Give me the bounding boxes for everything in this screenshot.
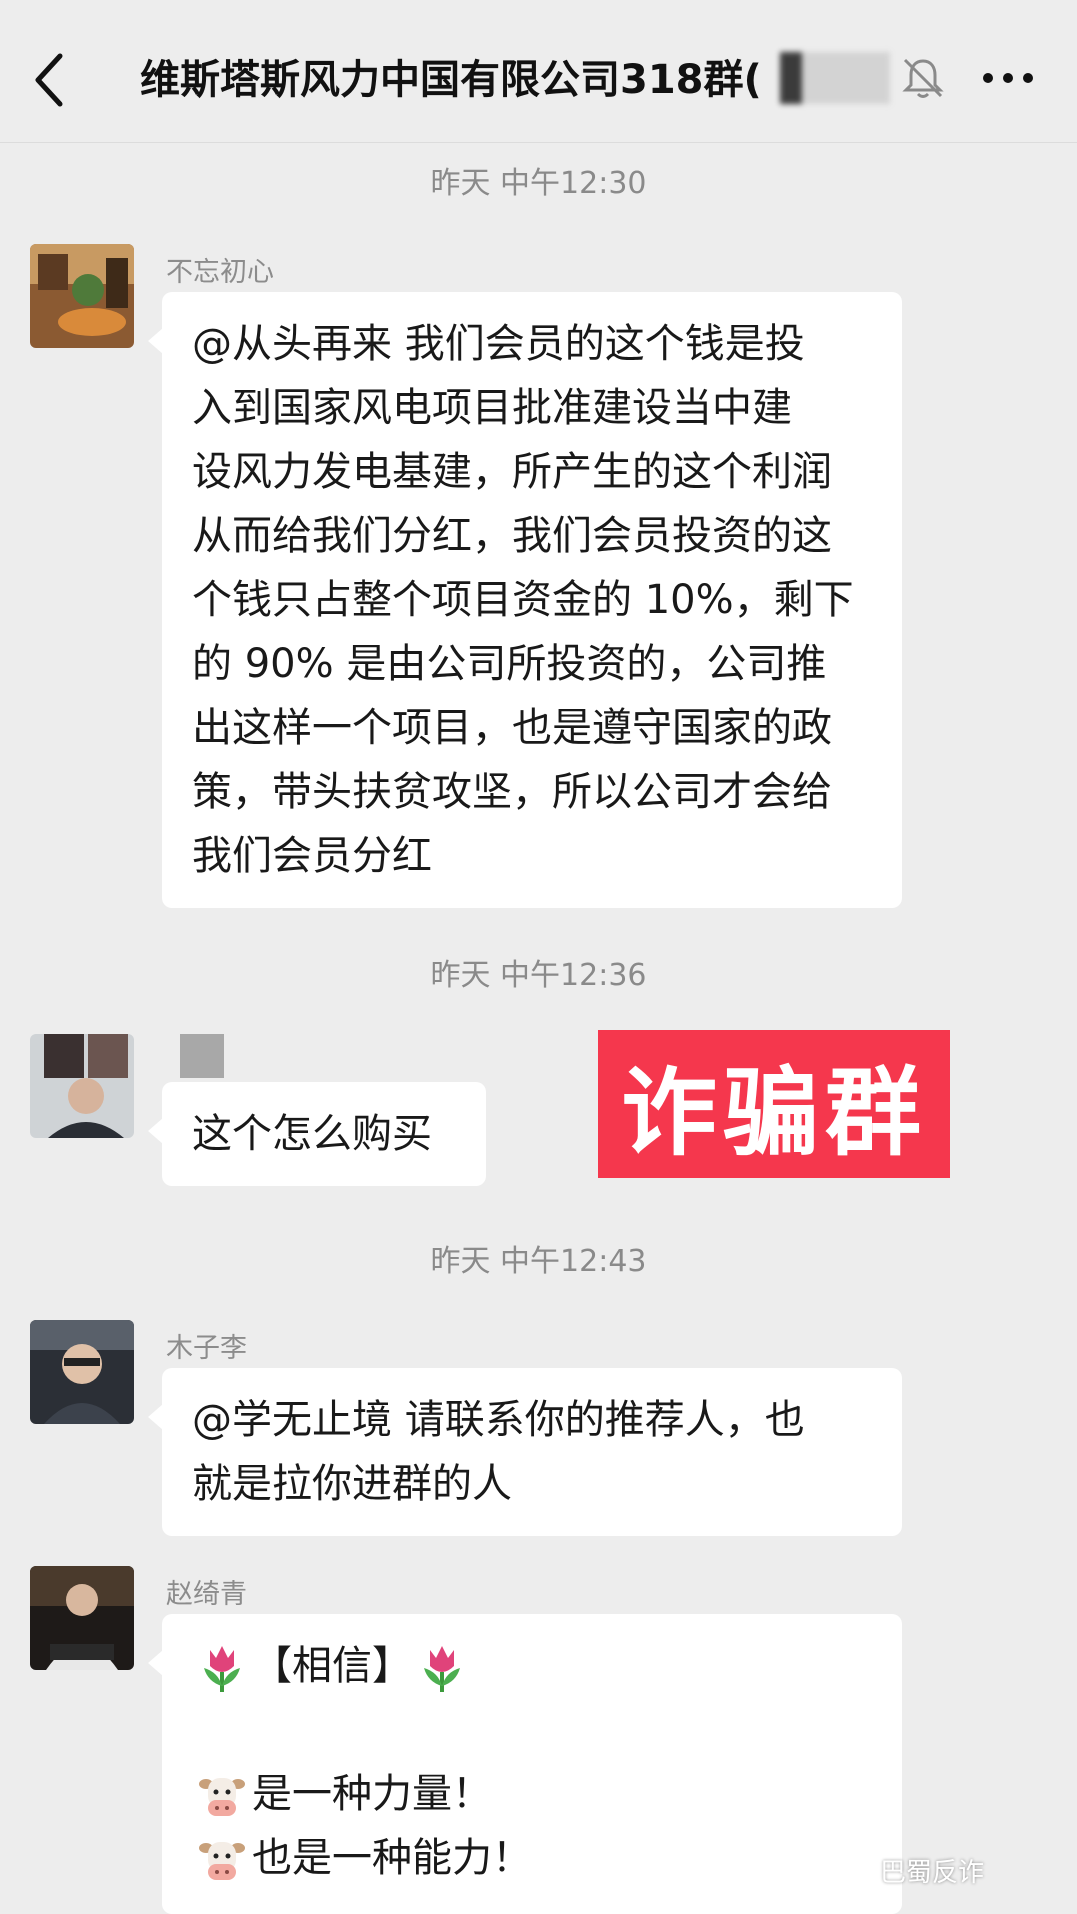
avatar-image — [30, 244, 134, 348]
message-line: 这个怎么购买 — [192, 1111, 432, 1157]
message-line: 从而给我们分红，我们会员投资的这 — [192, 513, 832, 559]
avatar-image — [30, 1320, 134, 1424]
message-bubble[interactable]: @学无止境 请联系你的推荐人，也 就是拉你进群的人 — [148, 1368, 902, 1536]
message-line: 也是一种能力！ — [192, 1826, 868, 1890]
message-text: 也是一种能力！ — [252, 1835, 532, 1881]
timestamp: 昨天 中午12:36 — [430, 958, 647, 993]
cow-emoji-icon — [199, 1778, 245, 1816]
tulip-emoji-icon — [424, 1646, 460, 1692]
fraud-warning-label: 诈骗群 — [598, 1030, 950, 1178]
message-line: 是一种力量！ — [192, 1762, 868, 1826]
more-icon[interactable] — [980, 60, 1036, 96]
message-bubble[interactable]: 【相信】 是一种力量！ 也是一种能力！ — [148, 1614, 902, 1914]
avatar-image — [30, 1566, 134, 1670]
message-line: 设风力发电基建，所产生的这个利润 — [192, 449, 832, 495]
sender-name: 赵绮青 — [166, 1579, 247, 1610]
message-line: 的 90% 是由公司所投资的，公司推 — [192, 641, 827, 687]
message-line: 个钱只占整个项目资金的 10%，剩下 — [192, 577, 854, 623]
message-line — [192, 1698, 868, 1762]
message-line: 出这样一个项目，也是遵守国家的政 — [192, 705, 832, 751]
message-line: 策，带头扶贫攻坚，所以公司才会给 — [192, 769, 832, 815]
message-line: @从头再来 我们会员的这个钱是投 — [192, 321, 805, 367]
message-text: 是一种力量！ — [252, 1771, 492, 1817]
back-icon[interactable] — [30, 50, 70, 110]
message-line: 就是拉你进群的人 — [192, 1461, 512, 1507]
mute-bell-icon — [902, 58, 944, 98]
redacted-member-count — [780, 52, 890, 104]
sender-name: 木子李 — [166, 1333, 247, 1364]
message-line: 【相信】 — [192, 1634, 868, 1698]
tulip-emoji-icon — [204, 1646, 240, 1692]
message-bubble[interactable]: @从头再来 我们会员的这个钱是投 入到国家风电项目批准建设当中建 设风力发电基建… — [148, 292, 902, 908]
message-bubble[interactable]: 这个怎么购买 — [148, 1082, 486, 1186]
watermark-text: 巴蜀反诈 — [880, 1858, 985, 1888]
message-text: 【相信】 — [252, 1643, 412, 1689]
sender-name: 不忘初心 — [166, 257, 274, 288]
wechat-icon — [836, 1849, 874, 1879]
timestamp: 昨天 中午12:30 — [430, 166, 647, 201]
avatar[interactable] — [30, 1320, 134, 1424]
cow-emoji-icon — [199, 1842, 245, 1880]
avatar[interactable] — [30, 1566, 134, 1670]
message-line: @学无止境 请联系你的推荐人，也 — [192, 1397, 805, 1443]
message-line: 我们会员分红 — [192, 833, 432, 879]
chat-title: 维斯塔斯风力中国有限公司318群( — [140, 57, 762, 103]
timestamp: 昨天 中午12:43 — [430, 1244, 647, 1279]
avatar[interactable] — [30, 244, 134, 348]
avatar[interactable] — [30, 1034, 134, 1138]
message-line: 入到国家风电项目批准建设当中建 — [192, 385, 792, 431]
avatar-image — [30, 1034, 134, 1138]
chat-header: 维斯塔斯风力中国有限公司318群( — [0, 0, 1077, 143]
redacted-sender — [180, 1034, 224, 1078]
